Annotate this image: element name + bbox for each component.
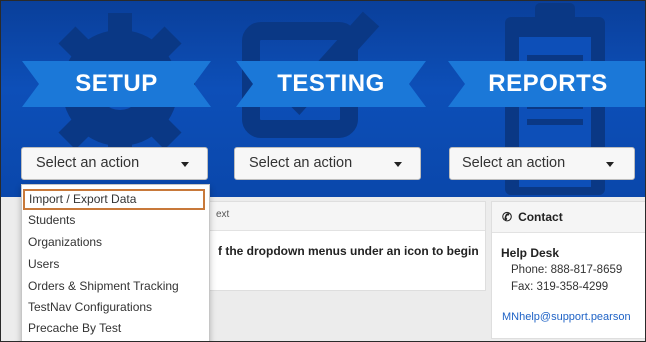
help-desk-title: Help Desk xyxy=(501,246,560,260)
chevron-down-icon xyxy=(606,162,614,167)
app-frame: SETUP TESTING REPORTS Select an action S… xyxy=(0,0,646,342)
section-title-testing: TESTING xyxy=(277,70,385,97)
menu-item-students[interactable]: Students xyxy=(22,210,209,231)
menu-item-orders-shipment-tracking[interactable]: Orders & Shipment Tracking xyxy=(22,276,209,297)
menu-item-organizations[interactable]: Organizations xyxy=(22,232,209,253)
contact-panel: ✆ Contact Help Desk Phone: 888-817-8659 F… xyxy=(491,201,645,339)
select-label: Select an action xyxy=(249,155,353,171)
menu-item-import-export-data[interactable]: Import / Export Data xyxy=(23,189,205,210)
contact-header: ✆ Contact xyxy=(492,202,645,233)
help-desk-phone: Phone: 888-817-8659 xyxy=(511,264,623,276)
chevron-down-icon xyxy=(181,162,189,167)
setup-action-select[interactable]: Select an action xyxy=(21,147,208,180)
ribbon-setup: SETUP xyxy=(22,61,211,107)
section-title-reports: REPORTS xyxy=(488,70,608,97)
section-title-setup: SETUP xyxy=(75,70,158,97)
select-label: Select an action xyxy=(36,155,140,171)
reports-action-select[interactable]: Select an action xyxy=(449,147,635,180)
phone-icon: ✆ xyxy=(502,210,513,224)
chevron-down-icon xyxy=(394,162,402,167)
menu-item-users[interactable]: Users xyxy=(22,254,209,275)
contact-title: Contact xyxy=(518,210,563,224)
hero-banner: SETUP TESTING REPORTS Select an action S… xyxy=(1,1,645,197)
setup-dropdown-menu: Import / Export Data Students Organizati… xyxy=(21,184,210,341)
ribbon-testing: TESTING xyxy=(236,61,426,107)
select-label: Select an action xyxy=(462,155,566,171)
ribbon-reports: REPORTS xyxy=(448,61,645,107)
menu-item-precache-by-test[interactable]: Precache By Test xyxy=(22,318,209,339)
help-desk-fax: Fax: 319-358-4299 xyxy=(511,281,609,293)
help-desk-email-link[interactable]: MNhelp@support.pearson xyxy=(502,311,631,323)
testing-action-select[interactable]: Select an action xyxy=(234,147,421,180)
menu-item-testnav-configurations[interactable]: TestNav Configurations xyxy=(22,297,209,318)
